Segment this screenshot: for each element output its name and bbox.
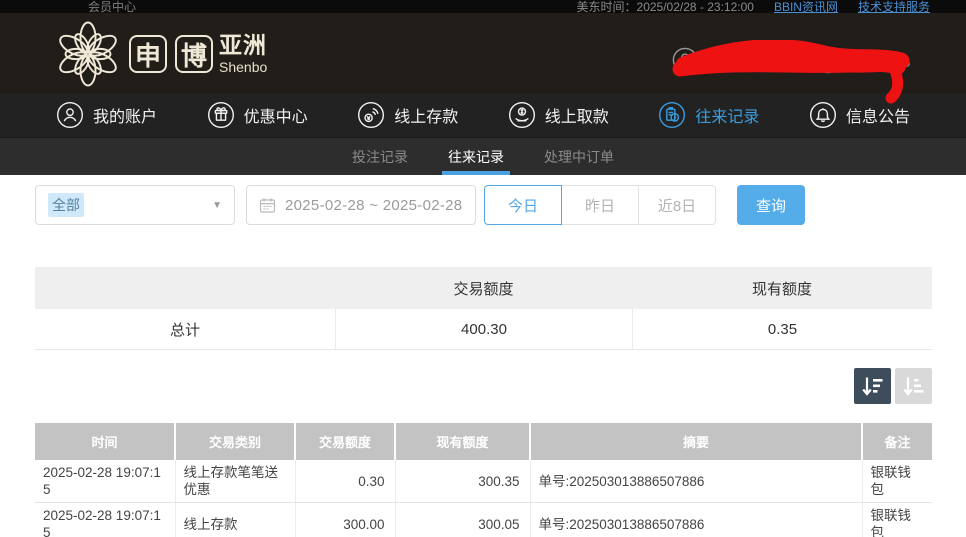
calendar-icon [259,197,276,213]
deposit-coin-icon [358,101,385,129]
sort-ascending-icon [903,377,924,396]
yesterday-button[interactable]: 昨日 [561,185,639,225]
today-button[interactable]: 今日 [484,185,562,225]
nav-label: 线上取款 [544,109,609,126]
gift-icon [207,101,234,129]
cell-balance: 300.05 [395,502,531,537]
cell-summary: 单号:202503013886507886 [530,460,863,503]
balance-text: 0.35 RMB [844,54,911,71]
user-info-area: 0.35 RMB [666,13,966,93]
tab-pending-orders[interactable]: 处理中订单 [538,138,620,175]
table-row: 2025-02-28 19:07:15 线上存款 300.00 300.05 单… [35,502,932,537]
withdraw-hand-icon [508,101,535,129]
tab-betting-records[interactable]: 投注记录 [346,138,414,175]
tech-support-link[interactable]: 技术支持服务 [858,0,930,13]
flower-logo-icon [59,21,117,87]
site-header: 申 博 亚洲 Shenbo 0.35 RMB [0,13,966,93]
cell-remark: 银联钱包 [862,502,932,537]
subtab-label: 往来记录 [448,148,504,165]
col-header-remark: 备注 [862,423,932,460]
nav-item-my-account[interactable]: 我的账户 [56,101,157,129]
top-utility-bar: 会员中心 美东时间：2025/02/28 - 23:12:00 BBIN资讯网 … [0,0,966,13]
col-header-balance: 现有额度 [395,423,531,460]
summary-balance-total: 0.35 [632,309,932,349]
subtab-bar: 投注记录 往来记录 处理中订单 [0,137,966,175]
last-8-days-button[interactable]: 近8日 [638,185,716,225]
records-clipboard-icon [659,101,686,129]
summary-table: 交易额度 现有额度 总计 400.30 0.35 [35,267,932,350]
cell-remark: 银联钱包 [862,460,932,503]
summary-total-row: 总计 400.30 0.35 [35,309,932,350]
records-table: 时间 交易类别 交易额度 现有额度 摘要 备注 2025-02-28 19:07… [35,423,932,537]
summary-header-trade: 交易额度 [453,280,514,298]
nav-label: 往来记录 [695,109,760,126]
avatar-icon [672,47,698,73]
sort-descending-button[interactable] [854,368,891,404]
summary-trade-total: 400.30 [335,309,632,349]
nav-label: 信息公告 [845,109,910,126]
tab-transaction-records[interactable]: 往来记录 [442,138,510,175]
logo-char-bo: 博 [175,35,213,73]
nav-item-transaction-records[interactable]: 往来记录 [658,101,759,129]
nav-label: 线上存款 [394,109,459,126]
sort-ascending-button[interactable] [895,368,932,404]
date-range-input[interactable]: 2025-02-28 ~ 2025-02-28 [246,185,476,225]
col-header-trade-amount: 交易额度 [295,423,396,460]
cell-balance: 300.35 [395,460,531,503]
site-logo[interactable]: 申 博 亚洲 Shenbo [55,21,267,87]
date-range-value: 2025-02-28 ~ 2025-02-28 [285,196,463,214]
summary-total-label: 总计 [169,321,200,339]
type-select-value: 全部 [48,193,84,217]
cell-type: 线上存款 [175,502,296,537]
nav-item-withdraw[interactable]: 线上取款 [508,101,609,129]
summary-header-row: 交易额度 现有额度 [35,267,932,309]
cell-time: 2025-02-28 19:07:15 [35,460,176,503]
bell-icon [809,101,836,129]
logo-en-text: Shenbo [219,59,268,75]
eastern-time-label: 美东时间：2025/02/28 - 23:12:00 [576,0,754,13]
subtab-label: 投注记录 [352,148,408,165]
active-tab-underline [442,171,510,175]
primary-nav: 我的账户 优惠中心 线上存款 线上取款 往来记录 信息公告 [0,93,966,137]
subtab-label: 处理中订单 [544,148,614,165]
cell-summary: 单号:202503013886507886 [530,502,863,537]
quick-date-group: 今日 昨日 近8日 [484,185,716,225]
cell-trade-amount: 0.30 [295,460,396,503]
summary-header-balance: 现有额度 [751,280,812,298]
cell-type: 线上存款笔笔送优惠 [175,460,296,503]
member-center-link[interactable]: 会员中心 [88,0,136,13]
search-button[interactable]: 查询 [737,185,805,225]
money-icon [816,50,840,74]
bbin-news-link[interactable]: BBIN资讯网 [774,0,838,13]
sort-descending-icon [862,377,883,396]
nav-item-promotions[interactable]: 优惠中心 [207,101,308,129]
col-header-summary: 摘要 [530,423,863,460]
nav-label: 优惠中心 [243,109,308,126]
cell-trade-amount: 300.00 [295,502,396,537]
table-row: 2025-02-28 19:07:15 线上存款笔笔送优惠 0.30 300.3… [35,460,932,503]
records-header-row: 时间 交易类别 交易额度 现有额度 摘要 备注 [35,423,932,460]
user-icon [56,101,84,129]
type-select[interactable]: 全部 ▼ [35,185,235,225]
sort-controls [35,368,932,404]
logo-region-text: 亚洲 [219,32,267,58]
nav-item-deposit[interactable]: 线上存款 [357,101,458,129]
cell-time: 2025-02-28 19:07:15 [35,502,176,537]
nav-label: 我的账户 [93,109,158,126]
chevron-down-icon: ▼ [212,199,222,211]
col-header-time: 时间 [35,423,176,460]
logo-char-shen: 申 [129,35,167,73]
col-header-type: 交易类别 [175,423,296,460]
page: 会员中心 美东时间：2025/02/28 - 23:12:00 BBIN资讯网 … [0,0,966,537]
nav-item-announcements[interactable]: 信息公告 [809,101,910,129]
